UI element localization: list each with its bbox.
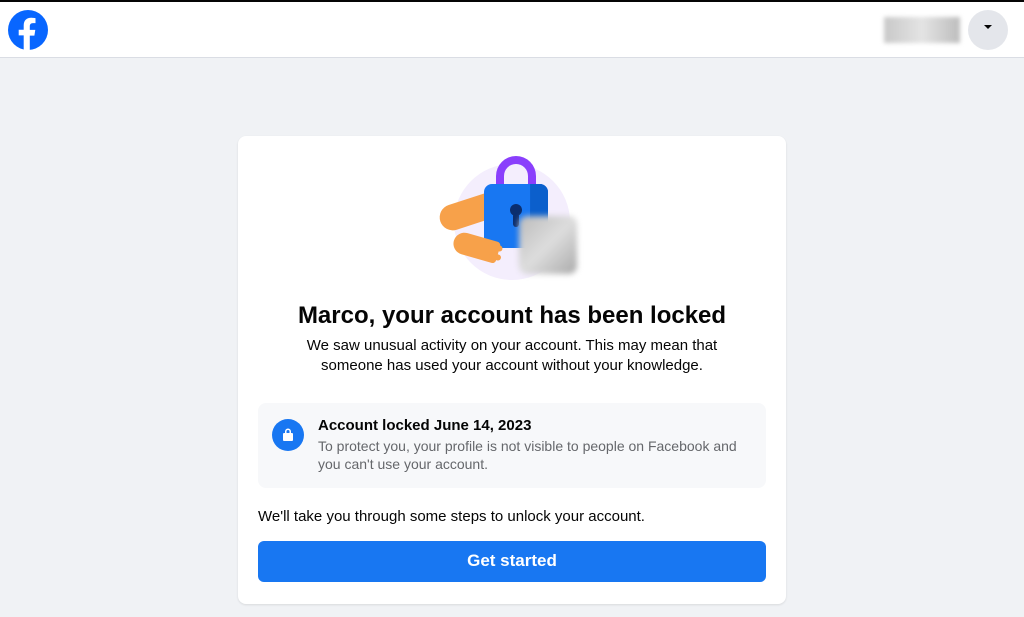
notice-body: Account locked June 14, 2023 To protect … xyxy=(318,417,750,475)
card-title: Marco, your account has been locked xyxy=(258,302,766,330)
account-locked-card: Marco, your account has been locked We s… xyxy=(238,136,786,604)
caret-down-icon xyxy=(981,20,995,39)
notice-description: To protect you, your profile is not visi… xyxy=(318,437,750,475)
avatar-blurred-icon xyxy=(519,216,577,274)
account-menu-button[interactable] xyxy=(968,10,1008,50)
lock-illustration xyxy=(447,156,577,284)
facebook-logo-icon[interactable] xyxy=(8,10,48,50)
header-left xyxy=(8,10,48,50)
lock-icon xyxy=(272,419,304,451)
card-subtitle: We saw unusual activity on your account.… xyxy=(258,336,766,377)
notice-box: Account locked June 14, 2023 To protect … xyxy=(258,403,766,489)
user-chip-blurred[interactable] xyxy=(884,17,960,43)
stage: Marco, your account has been locked We s… xyxy=(0,58,1024,604)
notice-title: Account locked June 14, 2023 xyxy=(318,417,750,434)
header-right xyxy=(884,10,1008,50)
illustration-wrap xyxy=(258,156,766,284)
header-bar xyxy=(0,2,1024,58)
steps-text: We'll take you through some steps to unl… xyxy=(258,508,766,525)
get-started-button[interactable]: Get started xyxy=(258,541,766,582)
